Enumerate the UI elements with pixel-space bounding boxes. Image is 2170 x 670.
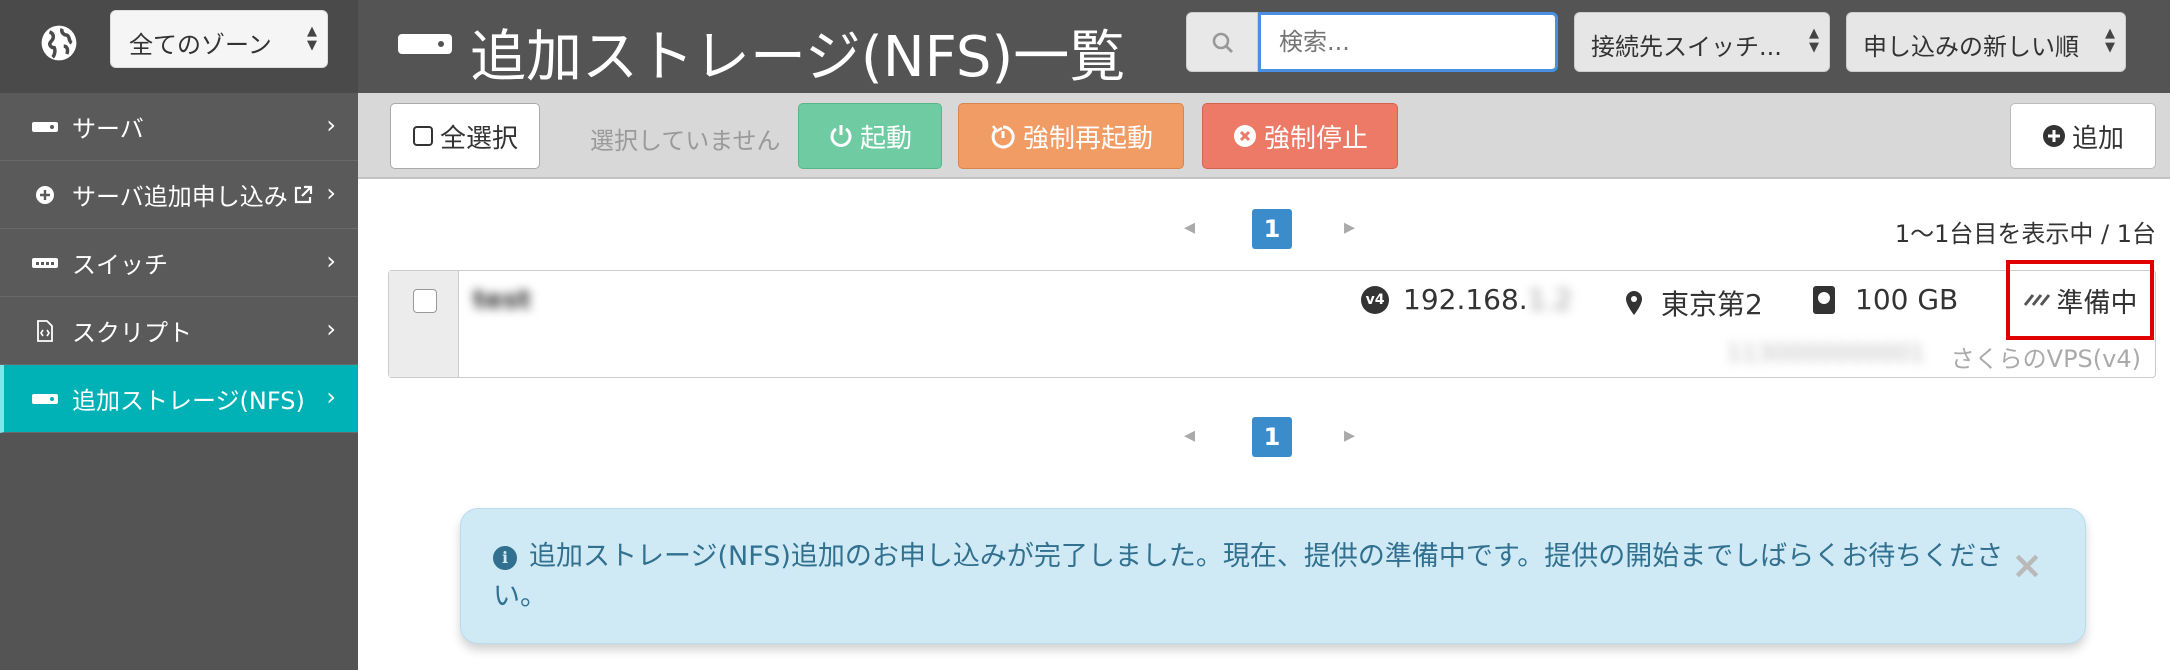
map-marker-icon <box>1625 290 1643 316</box>
result-count: 1〜1台目を表示中 / 1台 <box>1894 220 2156 248</box>
globe-icon[interactable] <box>40 24 78 62</box>
chevron-right-icon: › <box>326 247 336 275</box>
action-toolbar: 全選択 選択していません 起動 強制再起動 強制停止 追加 <box>358 93 2170 179</box>
zone-info: 東京第2 <box>1625 283 1763 323</box>
search-icon <box>1212 32 1233 53</box>
pagination-top: ◂ 1 ▸ <box>1180 209 1360 249</box>
stop-circle-icon <box>1232 123 1258 149</box>
size-label: 100 GB <box>1855 283 1959 316</box>
sidebar-top: 全てのゾーン ▲ ▼ <box>0 0 358 93</box>
info-alert: i 追加ストレージ(NFS)追加のお申し込みが完了しました。現在、提供の準備中です… <box>460 508 2086 644</box>
storage-id: 1130000000001 <box>1726 339 1925 367</box>
row-checkbox[interactable] <box>413 289 437 313</box>
switch-filter-select[interactable]: 接続先スイッチ... ▲ ▼ <box>1574 12 1830 72</box>
plus-circle-icon <box>32 185 58 205</box>
select-arrows-icon: ▲ ▼ <box>307 24 317 53</box>
start-label: 起動 <box>859 123 912 154</box>
force-stop-label: 強制停止 <box>1263 123 1368 154</box>
page-number-button[interactable]: 1 <box>1252 209 1292 249</box>
plan-label: さくらのVPS(v4) <box>1950 345 2141 373</box>
force-restart-label: 強制再起動 <box>1022 123 1153 154</box>
server-icon <box>32 117 58 137</box>
hard-disk-icon <box>1813 285 1835 314</box>
plus-circle-icon <box>2042 124 2066 148</box>
sidebar-item-label: スイッチ <box>72 251 168 279</box>
sort-select[interactable]: 申し込みの新しい順 ▲ ▼ <box>1846 12 2126 72</box>
close-icon[interactable]: × <box>2011 543 2043 587</box>
checkbox-empty-icon <box>412 125 434 147</box>
zone-select-label: 全てのゾーン <box>129 31 272 59</box>
select-all-button[interactable]: 全選択 <box>390 103 540 169</box>
sort-label: 申し込みの新しい順 <box>1863 33 2079 61</box>
page-number-button[interactable]: 1 <box>1252 417 1292 457</box>
sidebar-item-label: 追加ストレージ(NFS) <box>72 387 305 415</box>
page-header: 追加ストレージ(NFS)一覧 接続先スイッチ... ▲▼ 申し込みの新しい順 ▲… <box>358 0 2170 93</box>
table-row[interactable]: test v4 192.168. 1.2 東京第2 100 GB 準備中 1130… <box>388 260 2156 378</box>
chevron-right-icon: › <box>326 179 336 207</box>
search-input[interactable] <box>1258 12 1558 72</box>
sidebar-item-label: サーバ <box>72 115 144 143</box>
selection-status: 選択していません <box>590 127 781 155</box>
pagination-bottom: ◂ 1 ▸ <box>1180 417 1360 457</box>
search-button[interactable] <box>1186 12 1258 72</box>
ipv4-badge: v4 <box>1361 285 1389 314</box>
info-icon: i <box>493 546 517 570</box>
next-page-icon[interactable]: ▸ <box>1344 215 1355 240</box>
zone-select[interactable]: 全てのゾーン ▲ ▼ <box>110 10 328 68</box>
sidebar-item-server-application[interactable]: サーバ追加申し込み › <box>0 161 358 229</box>
sidebar: 全てのゾーン ▲ ▼ サーバ › サーバ追加申し込み › スイッチ › スクリプト… <box>0 0 358 670</box>
sidebar-item-nfs-storage[interactable]: 追加ストレージ(NFS) › <box>0 365 358 433</box>
power-icon <box>828 123 854 149</box>
sidebar-item-switch[interactable]: スイッチ › <box>0 229 358 297</box>
loading-stripes-icon <box>2023 293 2053 307</box>
storage-icon <box>32 389 58 409</box>
add-label: 追加 <box>2071 123 2124 154</box>
ip-prefix: 192.168. <box>1403 283 1528 316</box>
select-all-label: 全選択 <box>439 123 518 154</box>
prev-page-icon[interactable]: ◂ <box>1184 423 1195 448</box>
sidebar-item-script[interactable]: スクリプト › <box>0 297 358 365</box>
storage-icon <box>398 34 452 54</box>
next-page-icon[interactable]: ▸ <box>1344 423 1355 448</box>
chevron-right-icon: › <box>326 315 336 343</box>
page-title: 追加ストレージ(NFS)一覧 <box>470 25 1126 90</box>
script-file-icon <box>32 319 58 342</box>
disk-size: 100 GB <box>1813 283 1958 316</box>
alert-message: 追加ストレージ(NFS)追加のお申し込みが完了しました。現在、提供の準備中です。… <box>493 541 2004 612</box>
force-restart-button[interactable]: 強制再起動 <box>958 103 1184 169</box>
start-button[interactable]: 起動 <box>798 103 942 169</box>
ip-suffix: 1.2 <box>1527 283 1573 316</box>
sidebar-item-label: スクリプト <box>72 319 192 347</box>
select-arrows-icon: ▲ ▼ <box>1809 26 1819 55</box>
sidebar-item-label: サーバ追加申し込み <box>72 183 288 211</box>
chevron-right-icon: › <box>326 111 336 139</box>
sidebar-item-server[interactable]: サーバ › <box>0 93 358 161</box>
switch-filter-label: 接続先スイッチ... <box>1591 33 1782 61</box>
status-badge: 準備中 <box>2006 260 2154 340</box>
ip-address: v4 192.168. 1.2 <box>1361 283 1572 316</box>
status-label: 準備中 <box>2056 287 2138 319</box>
row-checkbox-cell <box>389 271 459 377</box>
select-arrows-icon: ▲ ▼ <box>2105 26 2115 55</box>
force-stop-button[interactable]: 強制停止 <box>1202 103 1398 169</box>
chevron-right-icon: › <box>326 383 336 411</box>
restart-power-icon <box>989 122 1017 150</box>
switch-icon <box>32 253 58 273</box>
alert-body: i 追加ストレージ(NFS)追加のお申し込みが完了しました。現在、提供の準備中です… <box>493 537 2013 617</box>
add-button[interactable]: 追加 <box>2010 103 2156 169</box>
prev-page-icon[interactable]: ◂ <box>1184 215 1195 240</box>
storage-name[interactable]: test <box>473 285 531 315</box>
external-link-icon <box>292 184 314 206</box>
zone-label: 東京第2 <box>1661 288 1763 321</box>
